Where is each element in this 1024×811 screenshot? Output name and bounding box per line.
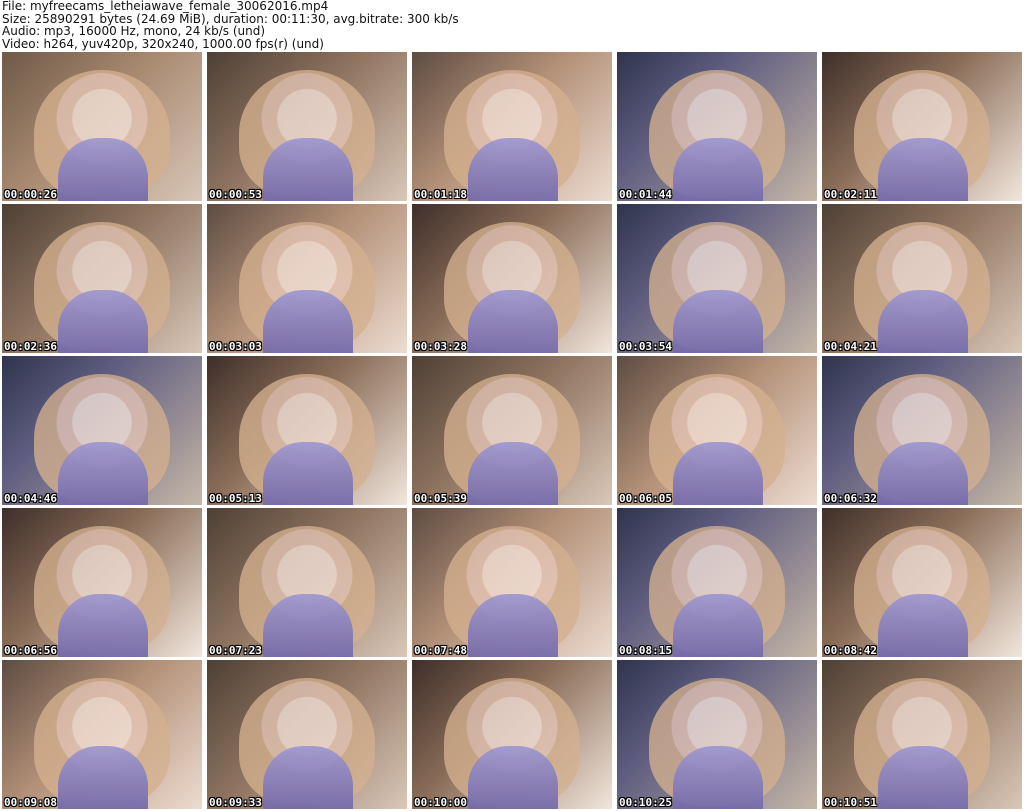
- thumbnail-image: 00:05:13: [207, 356, 407, 505]
- video-line: Video: h264, yuv420p, 320x240, 1000.00 f…: [2, 36, 324, 51]
- timestamp-label: 00:07:48: [414, 644, 467, 657]
- timestamp-label: 00:02:11: [824, 188, 877, 201]
- timestamp-label: 00:01:18: [414, 188, 467, 201]
- video-info-header: File: myfreecams_letheiawave_female_3006…: [2, 0, 1022, 50]
- thumbnail-image: 00:10:25: [617, 660, 817, 809]
- timestamp-label: 00:03:28: [414, 340, 467, 353]
- audio-line: Audio: mp3, 16000 Hz, mono, 24 kb/s (und…: [2, 24, 266, 38]
- thumbnail-image: 00:05:39: [412, 356, 612, 505]
- timestamp-label: 00:04:21: [824, 340, 877, 353]
- thumbnail-image: 00:00:53: [207, 52, 407, 201]
- thumbnail-image: 00:08:42: [822, 508, 1022, 657]
- timestamp-label: 00:01:44: [619, 188, 672, 201]
- timestamp-label: 00:08:15: [619, 644, 672, 657]
- thumbnail-image: 00:10:51: [822, 660, 1022, 809]
- timestamp-label: 00:10:25: [619, 796, 672, 809]
- timestamp-label: 00:09:08: [4, 796, 57, 809]
- thumbnail-image: 00:10:00: [412, 660, 612, 809]
- thumbnail-image: 00:03:03: [207, 204, 407, 353]
- timestamp-label: 00:06:56: [4, 644, 57, 657]
- timestamp-label: 00:02:36: [4, 340, 57, 353]
- thumbnail-image: 00:02:11: [822, 52, 1022, 201]
- timestamp-label: 00:04:46: [4, 492, 57, 505]
- timestamp-label: 00:05:13: [209, 492, 262, 505]
- thumbnail-image: 00:02:36: [2, 204, 202, 353]
- thumbnail-image: 00:03:28: [412, 204, 612, 353]
- thumbnail-image: 00:09:33: [207, 660, 407, 809]
- timestamp-label: 00:07:23: [209, 644, 262, 657]
- thumbnail-image: 00:01:18: [412, 52, 612, 201]
- timestamp-label: 00:03:54: [619, 340, 672, 353]
- timestamp-label: 00:05:39: [414, 492, 467, 505]
- timestamp-label: 00:00:26: [4, 188, 57, 201]
- timestamp-label: 00:06:32: [824, 492, 877, 505]
- timestamp-label: 00:06:05: [619, 492, 672, 505]
- thumbnail-image: 00:03:54: [617, 204, 817, 353]
- timestamp-label: 00:09:33: [209, 796, 262, 809]
- thumbnail-image: 00:00:26: [2, 52, 202, 201]
- thumbnail-image: 00:01:44: [617, 52, 817, 201]
- thumbnail-image: 00:07:23: [207, 508, 407, 657]
- thumbnail-grid: 00:00:26 00:00:53 00:01:18 00:01:44 00:0…: [2, 52, 1022, 809]
- timestamp-label: 00:03:03: [209, 340, 262, 353]
- thumbnail-image: 00:04:46: [2, 356, 202, 505]
- thumbnail-image: 00:07:48: [412, 508, 612, 657]
- thumbnail-image: 00:04:21: [822, 204, 1022, 353]
- timestamp-label: 00:08:42: [824, 644, 877, 657]
- timestamp-label: 00:00:53: [209, 188, 262, 201]
- file-line: File: myfreecams_letheiawave_female_3006…: [2, 0, 329, 13]
- thumbnail-image: 00:06:32: [822, 356, 1022, 505]
- thumbnail-image: 00:08:15: [617, 508, 817, 657]
- thumbnail-image: 00:09:08: [2, 660, 202, 809]
- thumbnail-image: 00:06:05: [617, 356, 817, 505]
- timestamp-label: 00:10:00: [414, 796, 467, 809]
- thumbnail-image: 00:06:56: [2, 508, 202, 657]
- timestamp-label: 00:10:51: [824, 796, 877, 809]
